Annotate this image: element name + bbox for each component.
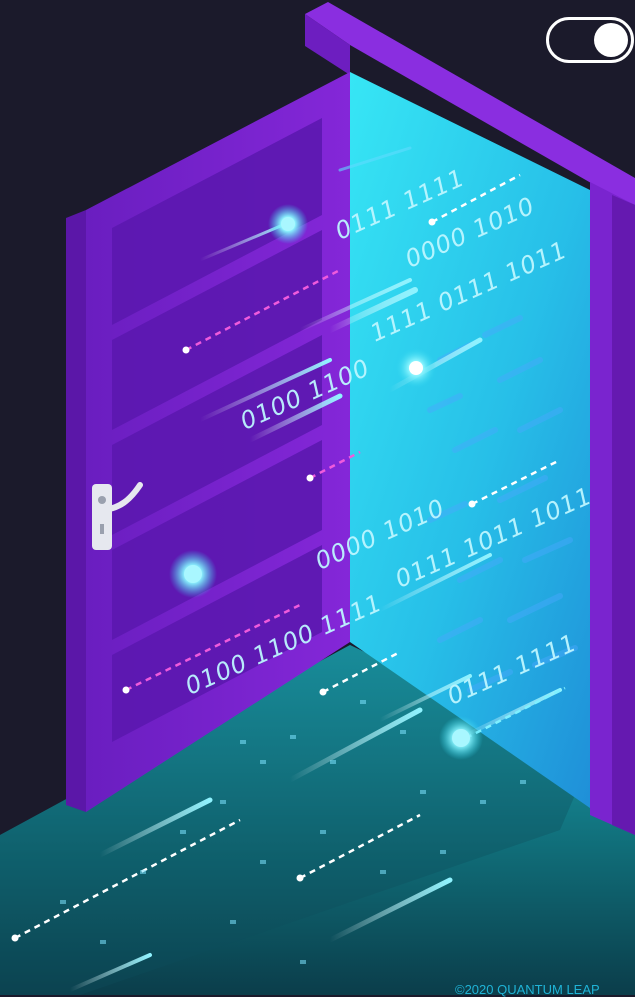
toggle-knob (594, 23, 628, 57)
door-edge (66, 210, 86, 812)
toggle-switch-icon[interactable] (546, 17, 634, 63)
portal-door-illustration: 0111 1111 0000 1010 1111 0111 1011 0100 … (0, 2, 635, 995)
